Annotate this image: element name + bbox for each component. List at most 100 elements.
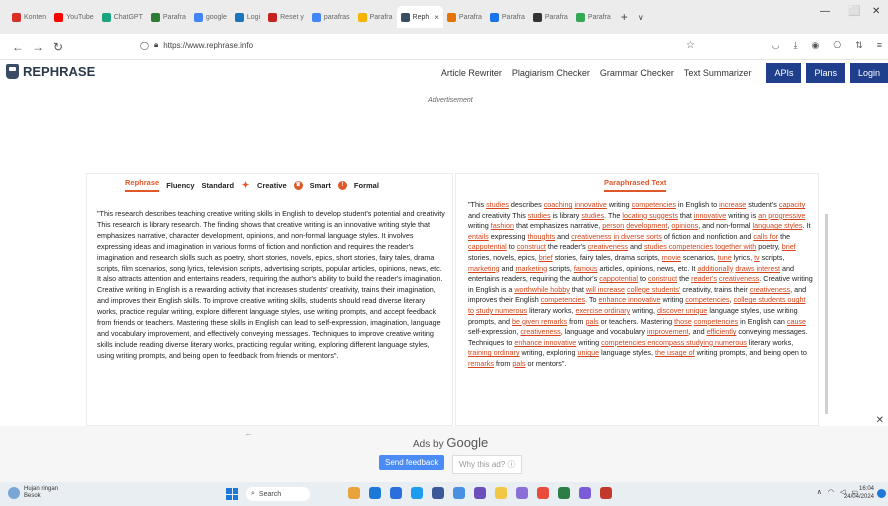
page-info-icon[interactable]: ◯ (140, 41, 149, 50)
changed-word[interactable]: the usage of (655, 348, 695, 357)
nav-grammar-checker[interactable]: Grammar Checker (600, 68, 674, 78)
mode-standard[interactable]: Standard (202, 181, 235, 190)
paraphrased-output[interactable]: "This studies describes coaching innovat… (468, 200, 813, 370)
login-button[interactable]: Login (849, 63, 888, 83)
changed-word[interactable]: construct (517, 242, 546, 251)
changed-word[interactable]: creativeness (719, 274, 759, 283)
changed-word[interactable]: competencies (541, 295, 585, 304)
changed-word[interactable]: studies (581, 211, 604, 220)
tab-list-chevron-icon[interactable]: ∨ (638, 13, 644, 22)
changed-word[interactable]: remarks (468, 359, 494, 368)
browser-tab[interactable]: google (190, 6, 231, 28)
forward-icon[interactable]: → (28, 40, 48, 54)
address-bar[interactable]: ◯ 🔒︎ https://www.rephrase.info (140, 40, 253, 50)
changed-word[interactable]: marketing (468, 264, 500, 273)
output-scrollbar[interactable] (825, 214, 828, 414)
wifi-icon[interactable]: ◠ (828, 488, 834, 496)
changed-word[interactable]: cappotential (599, 274, 638, 283)
tab-close-icon[interactable]: × (434, 13, 439, 22)
apis-button[interactable]: APIs (766, 63, 802, 83)
browser-tab[interactable]: Konten (8, 6, 50, 28)
changed-word[interactable]: discover unique (657, 306, 707, 315)
nav-text-summarizer[interactable]: Text Summarizer (684, 68, 752, 78)
taskbar-search[interactable]: ⌕ Search (246, 487, 310, 501)
new-tab-button[interactable]: + (621, 10, 628, 24)
browser-tab[interactable]: Reset y (264, 6, 308, 28)
taskbar-app-icon[interactable] (348, 487, 360, 499)
changed-word[interactable]: competencies encompass studying numerous (601, 338, 747, 347)
changed-word[interactable]: brief (782, 242, 796, 251)
changed-word[interactable]: thoughts (528, 232, 556, 241)
changed-word[interactable]: increase (719, 200, 746, 209)
panel-close-icon[interactable]: ✕ (876, 415, 884, 426)
taskbar-app-icon[interactable] (537, 487, 549, 499)
changed-word[interactable]: in diverse sorts (613, 232, 661, 241)
changed-word[interactable]: competencies (685, 295, 729, 304)
back-icon[interactable]: ← (8, 40, 28, 54)
changed-word[interactable]: brief (539, 253, 553, 262)
taskbar-app-icon[interactable] (516, 487, 528, 499)
browser-tab[interactable]: Parafra (572, 6, 615, 28)
mode-formal[interactable]: Formal (354, 181, 379, 190)
changed-word[interactable]: college students' (627, 285, 680, 294)
browser-tab[interactable]: Parafra (486, 6, 529, 28)
tray-chevron-icon[interactable]: ∧ (817, 488, 822, 496)
taskbar-app-icon[interactable] (495, 487, 507, 499)
taskbar-app-icon[interactable] (390, 487, 402, 499)
mode-rephrase[interactable]: Rephrase (125, 178, 160, 192)
tab-paraphrased-text[interactable]: Paraphrased Text (604, 178, 667, 192)
changed-word[interactable]: creativeness (588, 242, 628, 251)
browser-tab[interactable]: Parafra (147, 6, 190, 28)
changed-word[interactable]: reader's (691, 274, 717, 283)
changed-word[interactable]: opinions (671, 221, 698, 230)
reload-icon[interactable]: ↻ (48, 40, 68, 54)
taskbar-app-icon[interactable] (411, 487, 423, 499)
notification-icon[interactable] (877, 489, 886, 498)
changed-word[interactable]: creativeness (520, 327, 560, 336)
changed-word[interactable]: locating suggests (622, 211, 678, 220)
browser-tab[interactable]: Parafra (443, 6, 486, 28)
mode-creative[interactable]: Creative (257, 181, 287, 190)
weather-widget[interactable]: Hujan ringan Besok (8, 486, 58, 500)
browser-tab[interactable]: Parafra (529, 6, 572, 28)
changed-word[interactable]: construct (648, 274, 677, 283)
changed-word[interactable]: cappotential (468, 242, 507, 251)
nav-plagiarism-checker[interactable]: Plagiarism Checker (512, 68, 590, 78)
changed-word[interactable]: pals (585, 317, 598, 326)
changed-word[interactable]: innovative (694, 211, 726, 220)
changed-word[interactable]: worthwhile hobby (514, 285, 570, 294)
changed-word[interactable]: person (602, 221, 624, 230)
maximize-icon[interactable]: ⬜ (848, 6, 860, 17)
start-button-icon[interactable] (226, 488, 238, 500)
changed-word[interactable]: enhance innovative (599, 295, 661, 304)
changed-word[interactable]: calls for (753, 232, 778, 241)
taskbar-app-icon[interactable] (579, 487, 591, 499)
changed-word[interactable]: language styles (753, 221, 803, 230)
changed-word[interactable]: exercise ordinary (575, 306, 630, 315)
taskbar-app-icon[interactable] (369, 487, 381, 499)
changed-word[interactable]: development (626, 221, 667, 230)
sidebar-icon[interactable]: ⇅ (855, 40, 863, 51)
changed-word[interactable]: studies competencies together with (644, 242, 756, 251)
browser-tab[interactable]: Parafra (354, 6, 397, 28)
changed-word[interactable]: famous (574, 264, 598, 273)
changed-word[interactable]: marketing (516, 264, 548, 273)
changed-word[interactable]: cause (787, 317, 806, 326)
input-textarea[interactable]: "This research describes teaching creati… (97, 209, 447, 362)
minimize-icon[interactable]: — (820, 6, 830, 17)
changed-word[interactable]: improvement (647, 327, 689, 336)
ad-back-arrow-icon[interactable]: ← (244, 428, 253, 438)
changed-word[interactable]: draws interest (735, 264, 780, 273)
changed-word[interactable]: movie (662, 253, 681, 262)
changed-word[interactable]: capacity (779, 200, 805, 209)
extensions-icon[interactable]: ⎔ (833, 40, 841, 51)
changed-word[interactable]: enhance innovative (514, 338, 576, 347)
browser-tab[interactable]: ChatGPT (98, 6, 147, 28)
changed-word[interactable]: fashion (491, 221, 514, 230)
changed-word[interactable]: an progressive (758, 211, 805, 220)
changed-word[interactable]: will increase (586, 285, 625, 294)
nav-article-rewriter[interactable]: Article Rewriter (441, 68, 502, 78)
browser-tab[interactable]: parafras (308, 6, 354, 28)
mode-smart[interactable]: Smart (310, 181, 331, 190)
changed-word[interactable]: additionally (697, 264, 733, 273)
